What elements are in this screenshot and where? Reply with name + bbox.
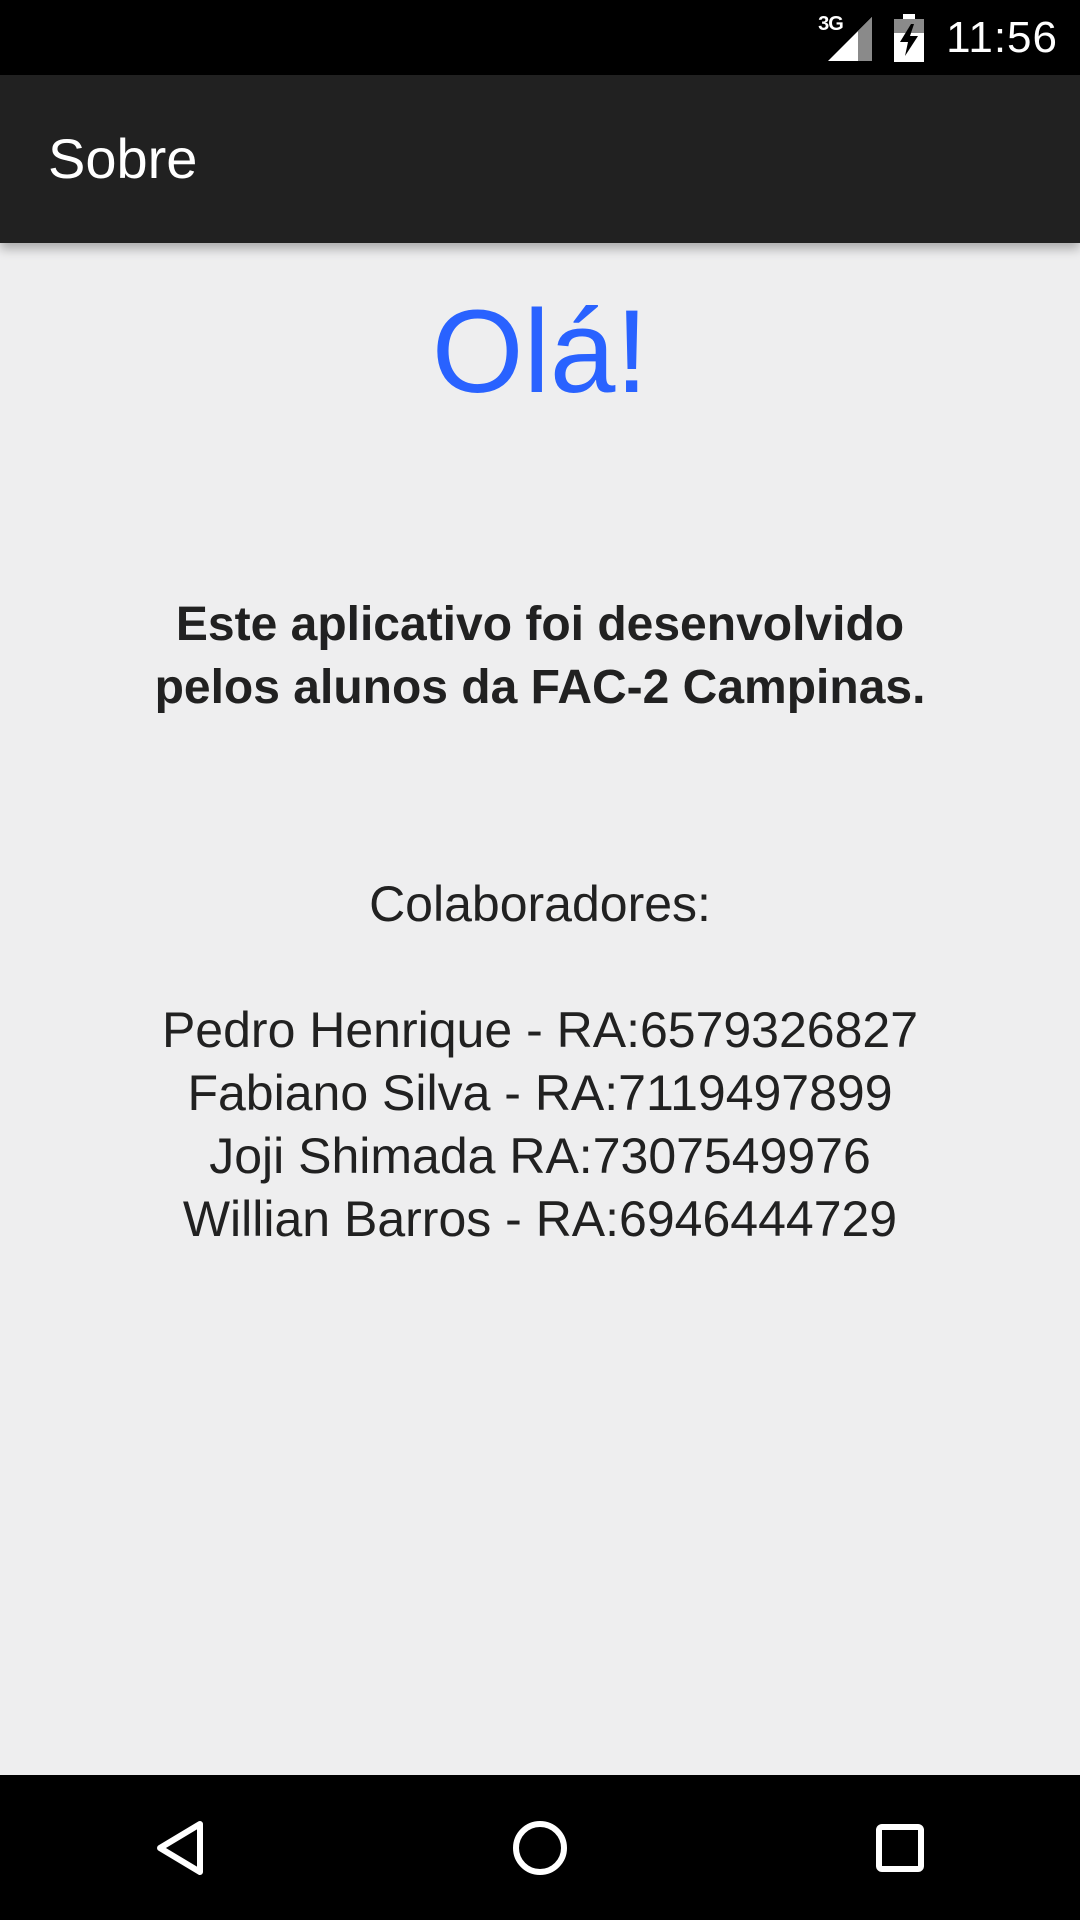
recents-icon (876, 1823, 924, 1872)
status-bar: 3G 11:56 (0, 0, 1080, 75)
app-bar: Sobre (0, 75, 1080, 243)
back-icon (157, 1820, 203, 1875)
recents-button[interactable] (840, 1788, 960, 1908)
collaborators-heading: Colaboradores: (369, 876, 711, 932)
intro-line-1: Este aplicativo foi desenvolvido (175, 598, 905, 651)
collaborator-item: Pedro Henrique - RA:6579326827 (161, 1002, 919, 1058)
navigation-bar (0, 1775, 1080, 1920)
collaborator-item: Fabiano Silva - RA:7119497899 (187, 1065, 893, 1121)
collaborator-item: Joji Shimada RA:7307549976 (209, 1128, 871, 1184)
greeting-heading: Olá! (431, 286, 649, 418)
signal-icon (828, 16, 873, 61)
page-title: Sobre (48, 127, 198, 190)
status-icons: 3G 11:56 (818, 0, 1058, 75)
home-button[interactable] (480, 1788, 600, 1908)
home-icon (513, 1820, 567, 1875)
collaborators-list: Pedro Henrique - RA:6579326827 Fabiano S… (0, 999, 1080, 1251)
battery-charging-icon (894, 13, 925, 62)
collaborator-item: Willian Barros - RA:6946444729 (182, 1191, 898, 1247)
about-content: Olá! Este aplicativo foi desenvolvido pe… (0, 243, 1080, 1775)
signal-indicator: 3G (818, 13, 873, 61)
clock: 11:56 (946, 12, 1058, 62)
intro-line-2: pelos alunos da FAC-2 Campinas. (154, 661, 926, 714)
intro-text: Este aplicativo foi desenvolvido pelos a… (90, 593, 990, 719)
back-button[interactable] (120, 1788, 240, 1908)
